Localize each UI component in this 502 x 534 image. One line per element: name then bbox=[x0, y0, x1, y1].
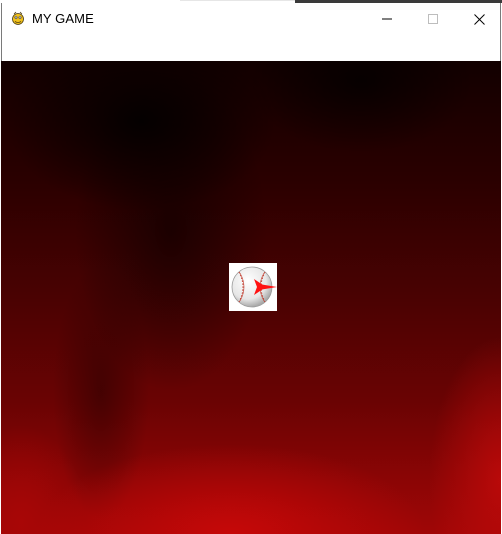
minimize-icon bbox=[382, 18, 392, 20]
game-canvas[interactable] bbox=[1, 61, 501, 534]
maximize-icon bbox=[428, 14, 438, 24]
player-sprite[interactable] bbox=[229, 263, 277, 311]
maximize-button[interactable] bbox=[410, 3, 456, 35]
client-top-area bbox=[1, 35, 501, 61]
title-bar[interactable]: MY GAME bbox=[1, 3, 501, 35]
baseball-with-red-arrow-icon bbox=[231, 266, 277, 308]
minimize-button[interactable] bbox=[364, 3, 410, 35]
game-window: MY GAME bbox=[0, 0, 502, 534]
close-icon bbox=[473, 13, 485, 25]
close-button[interactable] bbox=[456, 3, 502, 35]
pygame-snake-icon bbox=[12, 11, 24, 25]
window-title: MY GAME bbox=[32, 11, 94, 26]
